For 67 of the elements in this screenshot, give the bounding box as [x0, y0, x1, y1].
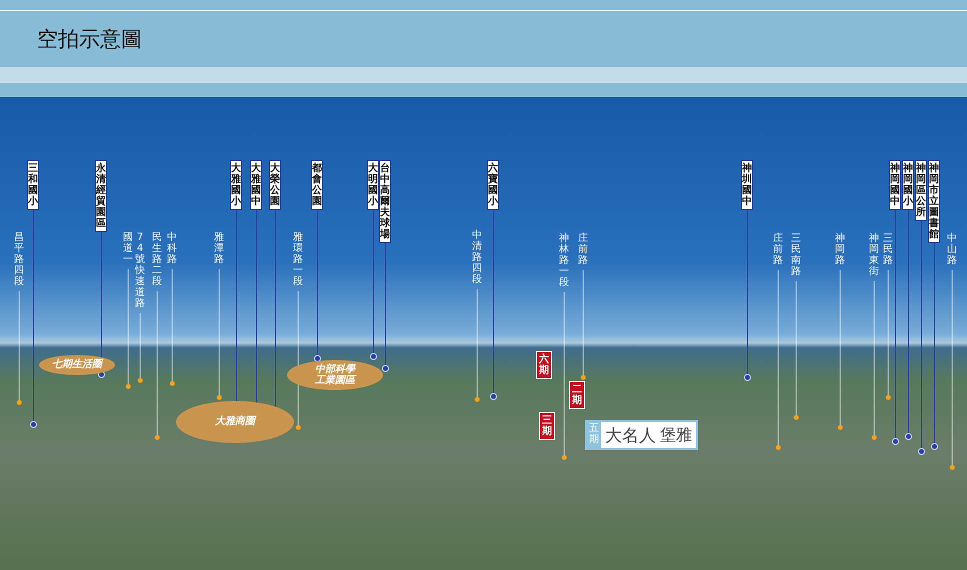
road-label: 74號快速道路 [134, 232, 146, 309]
road-label: 雅潭路 [213, 232, 225, 265]
location-dot-icon [170, 381, 174, 386]
road-label: 庄前路 [772, 233, 784, 266]
location-dot-icon [490, 393, 496, 400]
landmark-label: 大雅國小 [230, 160, 242, 210]
zone-label: 中部科學 [315, 364, 355, 374]
landmark-label: 台中高爾夫球場 [379, 160, 391, 243]
road-label: 中山路 [946, 233, 958, 266]
landmark-label: 六寶國小 [487, 160, 499, 210]
phase-tag: 二期 [569, 381, 585, 409]
location-dot-icon [886, 395, 890, 400]
location-dot-icon [474, 397, 480, 402]
road-label: 中清路四段 [471, 230, 483, 285]
road-label: 神岡東街 [868, 233, 880, 277]
location-dot-icon [838, 425, 842, 430]
landmark-label: 神岡國小 [902, 160, 914, 210]
location-dot-icon [562, 455, 566, 460]
location-dot-icon [904, 433, 912, 440]
location-dot-icon [744, 374, 750, 381]
landmark-label: 大雅國中 [250, 160, 262, 210]
location-dot-icon [950, 465, 954, 470]
location-dot-icon [216, 395, 222, 400]
landmark-label: 神圳國中 [741, 160, 753, 210]
location-dot-icon [794, 415, 798, 420]
phase-tag: 五期 [587, 422, 601, 448]
project-name: 堡雅 [660, 424, 692, 446]
landmark-label: 永清經貿園區 [95, 160, 107, 232]
landmark-label: 神岡區公所 [915, 160, 927, 221]
road-label: 昌平路四段 [13, 232, 25, 287]
location-dot-icon [580, 375, 586, 380]
location-dot-icon [930, 443, 938, 450]
zone-label: 大雅商圈 [215, 416, 255, 428]
road-label: 庄前路 [577, 233, 589, 266]
location-dot-icon [296, 425, 300, 430]
location-dot-icon [382, 365, 388, 372]
road-label: 中科路 [166, 232, 178, 265]
road-label: 民生路二段 [151, 232, 163, 287]
location-dot-icon [154, 435, 160, 440]
road-label: 雅環路一段 [292, 232, 304, 287]
road-label: 神林路一段 [558, 233, 570, 288]
landmark-label: 大榮公園 [269, 160, 281, 210]
location-dot-icon [892, 438, 898, 445]
road-label: 三民路 [882, 233, 894, 266]
project-name: 大名人 [605, 424, 656, 446]
location-dot-icon [776, 445, 780, 450]
road-label: 三民南路 [790, 233, 802, 277]
road-label: 神岡路 [834, 233, 846, 266]
location-dot-icon [872, 435, 876, 440]
location-dot-icon [370, 353, 376, 360]
location-dot-icon [314, 355, 320, 362]
location-dot-icon [126, 384, 130, 389]
landmark-label: 三和國小 [27, 160, 39, 210]
zone-label: 七期生活圈 [52, 359, 102, 371]
landmark-label: 神岡國中 [889, 160, 901, 210]
phase-tag: 六期 [536, 351, 552, 379]
landmark-label: 都會公園 [311, 160, 323, 210]
landmark-label: 神岡市立圖書館 [928, 160, 940, 243]
location-dot-icon [30, 421, 36, 428]
landmark-label: 大明國小 [367, 160, 379, 210]
page-title: 空拍示意圖 [37, 26, 142, 53]
zone-label: 工業園區 [315, 375, 355, 386]
phase-tag: 三期 [539, 412, 555, 440]
location-dot-icon [16, 400, 22, 405]
location-dot-icon [918, 448, 924, 455]
road-label: 國道一 [122, 232, 134, 265]
location-dot-icon [138, 378, 142, 383]
